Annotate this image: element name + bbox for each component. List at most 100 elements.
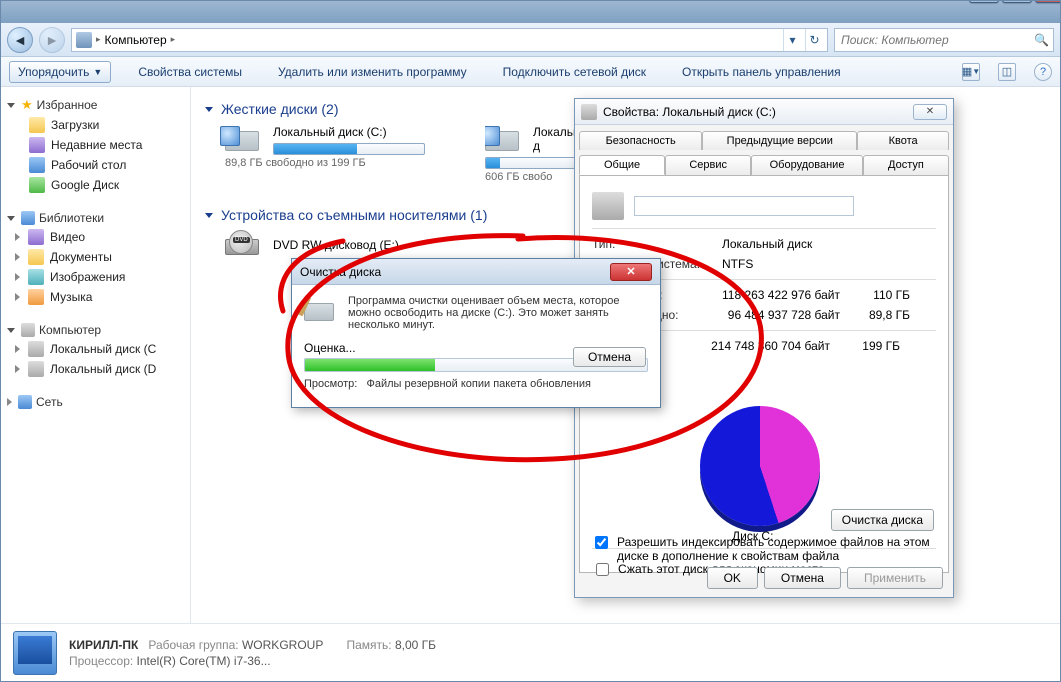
used-human: 110 ГБ — [850, 288, 910, 302]
cleanup-cancel-button[interactable]: Отмена — [573, 347, 646, 367]
favorites-label: Избранное — [37, 98, 98, 112]
volume-label-input[interactable] — [634, 196, 854, 216]
drive-icon — [592, 192, 624, 220]
disk-cleanup-dialog: Очистка диска ✕ Программа очистки оценив… — [291, 258, 661, 408]
tab-quota[interactable]: Квота — [857, 131, 949, 150]
system-properties-button[interactable]: Свойства системы — [129, 61, 251, 83]
index-label: Разрешить индексировать содержимое файло… — [617, 535, 937, 563]
desktop-icon — [29, 157, 45, 173]
sidebar-item-disk-c[interactable]: Локальный диск (C — [7, 339, 184, 359]
folder-icon — [29, 117, 45, 133]
recent-icon — [29, 137, 45, 153]
sidebar-item-google-drive[interactable]: Google Диск — [7, 175, 184, 195]
help-icon[interactable]: ? — [1034, 63, 1052, 81]
hard-drive-icon — [485, 125, 525, 155]
view-options-icon[interactable]: ▦ ▼ — [962, 63, 980, 81]
sidebar-item-desktop[interactable]: Рабочий стол — [7, 155, 184, 175]
network-label: Сеть — [36, 395, 63, 409]
tab-general[interactable]: Общие — [579, 155, 665, 175]
ok-button[interactable]: OK — [707, 567, 758, 589]
sidebar-item-pictures[interactable]: Изображения — [7, 267, 184, 287]
network-group[interactable]: Сеть — [7, 393, 184, 411]
dvd-label: DVD RW дисковод (E:) — [273, 238, 399, 252]
back-button[interactable]: ◄ — [7, 27, 33, 53]
capacity-human: 199 ГБ — [840, 339, 900, 353]
forward-button[interactable]: ► — [39, 27, 65, 53]
tab-hardware[interactable]: Оборудование — [751, 155, 863, 175]
pc-name: КИРИЛЛ-ПК — [69, 638, 138, 652]
network-icon — [18, 395, 32, 409]
dvd-icon: DVD — [225, 231, 263, 259]
drive-c[interactable]: Локальный диск (C:) 89,8 ГБ свободно из … — [225, 125, 425, 183]
apply-button[interactable]: Применить — [847, 567, 943, 589]
cleanup-close-button[interactable]: ✕ — [610, 263, 652, 281]
type-value: Локальный диск — [722, 237, 936, 251]
properties-titlebar[interactable]: Свойства: Локальный диск (C:) ✕ — [575, 99, 953, 125]
computer-group[interactable]: Компьютер — [7, 321, 184, 339]
properties-close-button[interactable]: ✕ — [913, 104, 947, 120]
index-checkbox-row[interactable]: Разрешить индексировать содержимое файло… — [591, 535, 937, 563]
tab-tools[interactable]: Сервис — [665, 155, 751, 175]
sidebar-item-video[interactable]: Видео — [7, 227, 184, 247]
google-drive-icon — [29, 177, 45, 193]
tab-previous-versions[interactable]: Предыдущие версии — [702, 131, 857, 150]
computer-icon — [21, 323, 35, 337]
address-bar[interactable]: ▸ Компьютер ▸ ▾ ↻ — [71, 28, 828, 52]
uninstall-program-button[interactable]: Удалить или изменить программу — [269, 61, 476, 83]
sidebar-item-disk-d[interactable]: Локальный диск (D — [7, 359, 184, 379]
command-bar: Упорядочить ▼ Свойства системы Удалить и… — [1, 57, 1060, 87]
maximize-button[interactable]: ▢ — [1002, 0, 1032, 3]
cleanup-titlebar[interactable]: Очистка диска ✕ — [292, 259, 660, 285]
open-control-panel-button[interactable]: Открыть панель управления — [673, 61, 850, 83]
cleanup-message: Программа очистки оценивает объем места,… — [348, 295, 648, 331]
cpu-label: Процессор: — [69, 654, 133, 668]
drive-icon — [28, 361, 44, 377]
cpu-value: Intel(R) Core(TM) i7-36... — [137, 654, 271, 668]
index-checkbox[interactable] — [595, 536, 608, 549]
map-network-drive-button[interactable]: Подключить сетевой диск — [494, 61, 655, 83]
ram-value: 8,00 ГБ — [395, 638, 436, 652]
breadcrumb-location[interactable]: Компьютер — [105, 33, 167, 47]
preview-pane-icon[interactable]: ◫ — [998, 63, 1016, 81]
breadcrumb-sep-icon: ▸ — [96, 34, 101, 45]
disk-cleanup-button[interactable]: Очистка диска — [831, 509, 934, 531]
free-bytes: 96 484 937 728 байт — [690, 308, 840, 322]
tab-sharing[interactable]: Доступ — [863, 155, 949, 175]
cleanup-scan-label: Просмотр: — [304, 378, 357, 390]
minimize-button[interactable]: ─ — [969, 0, 999, 3]
organize-button[interactable]: Упорядочить ▼ — [9, 61, 111, 83]
compress-checkbox[interactable] — [596, 563, 609, 576]
music-icon — [28, 289, 44, 305]
caption-bar: ─ ▢ ✕ — [1, 1, 1060, 23]
free-human: 89,8 ГБ — [850, 308, 910, 322]
libraries-label: Библиотеки — [39, 211, 104, 225]
cleanup-scan-value: Файлы резервной копии пакета обновления — [366, 378, 591, 390]
libraries-group[interactable]: Библиотеки — [7, 209, 184, 227]
favorites-group[interactable]: ★ Избранное — [7, 95, 184, 115]
sidebar-item-recent[interactable]: Недавние места — [7, 135, 184, 155]
search-icon[interactable]: 🔍 — [1034, 33, 1049, 47]
breadcrumb-sep-icon: ▸ — [171, 34, 176, 45]
usage-pie-chart — [700, 406, 820, 526]
search-input[interactable] — [839, 32, 1034, 48]
sidebar-item-downloads[interactable]: Загрузки — [7, 115, 184, 135]
sidebar-item-documents[interactable]: Документы — [7, 247, 184, 267]
drive-c-free: 89,8 ГБ свободно из 199 ГБ — [225, 157, 425, 169]
search-box[interactable]: 🔍 — [834, 28, 1054, 52]
details-pane: КИРИЛЛ-ПК Рабочая группа: WORKGROUP Памя… — [1, 623, 1060, 681]
used-bytes: 118 263 422 976 байт — [690, 288, 840, 302]
close-button[interactable]: ✕ — [1035, 0, 1061, 3]
cleanup-icon — [304, 295, 338, 325]
filesystem-value: NTFS — [722, 257, 936, 271]
nav-toolbar: ◄ ► ▸ Компьютер ▸ ▾ ↻ 🔍 — [1, 23, 1060, 57]
navigation-pane: ★ Избранное Загрузки Недавние места Рабо… — [1, 87, 191, 623]
sidebar-item-music[interactable]: Музыка — [7, 287, 184, 307]
type-label: Тип: — [592, 237, 712, 251]
address-dropdown-icon[interactable]: ▾ — [783, 29, 801, 51]
cancel-button[interactable]: Отмена — [764, 567, 841, 589]
refresh-icon[interactable]: ↻ — [805, 29, 823, 51]
tab-security[interactable]: Безопасность — [579, 131, 702, 150]
documents-icon — [28, 249, 44, 265]
star-icon: ★ — [21, 97, 33, 113]
computer-icon — [76, 32, 92, 48]
